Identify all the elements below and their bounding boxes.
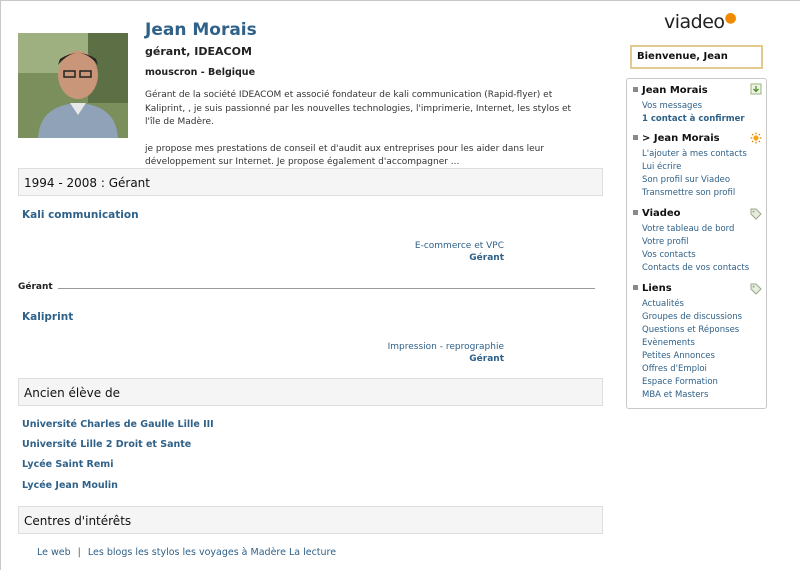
logo-text: viadeo <box>664 11 725 33</box>
school-link[interactable]: Université Charles de Gaulle Lille III <box>22 419 214 430</box>
sidebar-link[interactable]: Questions et Réponses <box>642 325 739 335</box>
welcome-box: Bienvenue, Jean <box>630 45 763 69</box>
sidebar-panel: Jean Morais Vos messages 1 contact à con… <box>626 78 767 409</box>
sidebar-link[interactable]: Vos messages <box>642 101 702 111</box>
summary-paragraph: Gérant de la société IDEACOM et associé … <box>145 90 572 127</box>
company-link[interactable]: Kali communication <box>22 209 139 221</box>
sidebar-link[interactable]: Votre tableau de bord <box>642 224 734 234</box>
sidebar-link[interactable]: Offres d'Emploi <box>642 364 707 374</box>
sidebar-section-label: Jean Morais <box>642 85 708 96</box>
sidebar-link[interactable]: 1 contact à confirmer <box>642 114 745 124</box>
job-role: Gérant <box>469 253 504 263</box>
interest-link[interactable]: Les blogs les stylos les voyages à Madèr… <box>88 547 336 558</box>
job-meta: Impression - reprographie Gérant <box>388 341 504 365</box>
sidebar-link[interactable]: Vos contacts <box>642 250 696 260</box>
logo-dot-icon: ● <box>724 10 737 26</box>
sidebar-section-title[interactable]: Liens <box>633 283 672 294</box>
sidebar-link[interactable]: Contacts de vos contacts <box>642 263 749 273</box>
job-sector[interactable]: Impression - reprographie <box>388 341 504 353</box>
separator: | <box>77 547 81 558</box>
profile-headline: gérant, IDEACOM <box>145 45 252 58</box>
sidebar-link[interactable]: Son profil sur Viadeo <box>642 175 730 185</box>
sidebar-section-title[interactable]: Viadeo <box>633 208 681 219</box>
school-link[interactable]: Lycée Saint Remi <box>22 459 113 470</box>
tag-icon <box>750 283 762 295</box>
bullet-icon <box>633 86 638 92</box>
interests-header: Centres d'intérêts <box>18 506 603 534</box>
sidebar-section-label: > Jean Morais <box>642 133 720 144</box>
experience-header: 1994 - 2008 : Gérant <box>18 168 603 196</box>
sidebar-link[interactable]: L'ajouter à mes contacts <box>642 149 747 159</box>
company-link[interactable]: Kaliprint <box>22 311 73 323</box>
interest-link[interactable]: Le web <box>37 547 71 558</box>
sidebar-link[interactable]: Groupes de discussions <box>642 312 742 322</box>
sidebar-link[interactable]: Lui écrire <box>642 162 681 172</box>
viadeo-logo[interactable]: viadeo● <box>664 10 737 33</box>
sidebar-link[interactable]: Evènements <box>642 338 695 348</box>
sidebar-link[interactable]: Transmettre son profil <box>642 188 735 198</box>
sidebar-section-label: Viadeo <box>642 208 681 219</box>
profile-location: mouscron - Belgique <box>145 67 256 78</box>
sidebar-section-title[interactable]: Jean Morais <box>633 85 708 96</box>
tag-icon <box>750 208 762 220</box>
sidebar-section-label: Liens <box>642 283 672 294</box>
download-icon[interactable] <box>750 83 762 95</box>
education-header: Ancien élève de <box>18 378 603 406</box>
bullet-icon <box>633 284 638 290</box>
bullet-icon <box>633 134 638 140</box>
job-role: Gérant <box>469 354 504 364</box>
sidebar-link[interactable]: MBA et Masters <box>642 390 708 400</box>
sidebar-link[interactable]: Actualités <box>642 299 684 309</box>
role-subheading: Gérant <box>18 282 595 294</box>
sidebar-link[interactable]: Petites Annonces <box>642 351 715 361</box>
profile-photo <box>18 33 128 138</box>
school-link[interactable]: Université Lille 2 Droit et Sante <box>22 439 191 450</box>
sidebar-link[interactable]: Espace Formation <box>642 377 718 387</box>
role-subheading-label: Gérant <box>18 282 58 292</box>
sidebar-section-title[interactable]: > Jean Morais <box>633 133 720 144</box>
job-sector[interactable]: E-commerce et VPC <box>415 240 504 252</box>
job-meta: E-commerce et VPC Gérant <box>415 240 504 264</box>
summary-paragraph: je propose mes prestations de conseil et… <box>145 143 545 168</box>
sidebar-link[interactable]: Votre profil <box>642 237 689 247</box>
school-link[interactable]: Lycée Jean Moulin <box>22 480 118 491</box>
sun-icon <box>750 132 762 144</box>
bullet-icon <box>633 209 638 215</box>
profile-name: Jean Morais <box>145 20 257 40</box>
interests-list: Le web | Les blogs les stylos les voyage… <box>37 547 336 558</box>
divider <box>53 288 595 289</box>
